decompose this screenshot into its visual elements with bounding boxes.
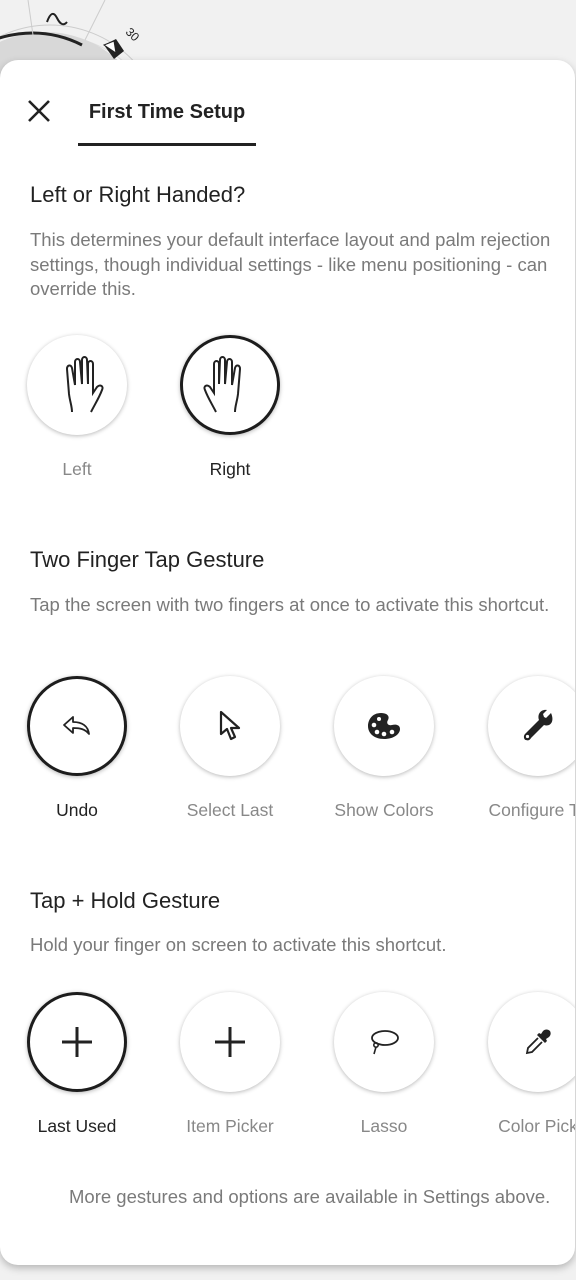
plus-icon: [62, 1027, 92, 1057]
last-used-button[interactable]: [27, 992, 127, 1092]
undo-icon: [63, 716, 90, 735]
wrench-icon: [523, 709, 553, 741]
option-label: Show Colors: [334, 800, 434, 820]
tab-underline: [78, 143, 256, 146]
lasso-button[interactable]: [334, 992, 434, 1092]
option-label: Lasso: [360, 1116, 408, 1136]
hand-icon: [203, 356, 242, 413]
dial-label: 30: [123, 25, 143, 45]
lasso-icon: [371, 1030, 399, 1055]
left-hand-button[interactable]: [27, 335, 127, 435]
setup-panel: First Time Setup Left or Right Handed? T…: [0, 60, 575, 1265]
right-hand-button[interactable]: [180, 335, 280, 435]
option-undo[interactable]: Undo: [2, 676, 152, 821]
option-label: Undo: [56, 800, 98, 820]
two-finger-title: Two Finger Tap Gesture: [30, 547, 265, 572]
option-label: Item Picker: [186, 1116, 274, 1136]
option-lasso[interactable]: Lasso: [309, 992, 459, 1137]
option-last-used[interactable]: Last Used: [2, 992, 152, 1137]
option-left[interactable]: Left: [2, 335, 152, 480]
option-label: Select Last: [186, 800, 274, 820]
tap-hold-description: Hold your finger on screen to activate t…: [30, 934, 447, 955]
color-picker-button[interactable]: [488, 992, 575, 1092]
two-finger-description: Tap the screen with two fingers at once …: [30, 594, 550, 615]
close-button[interactable]: [26, 98, 52, 124]
option-color-picker[interactable]: Color Pick: [463, 992, 575, 1137]
option-label: Color Pick: [498, 1116, 575, 1136]
option-right[interactable]: Right: [155, 335, 305, 480]
option-label: Right: [209, 459, 251, 479]
item-picker-button[interactable]: [180, 992, 280, 1092]
tab-first-time-setup[interactable]: First Time Setup: [78, 90, 256, 146]
hand-icon: [65, 356, 104, 413]
show-colors-button[interactable]: [334, 676, 434, 776]
handedness-title: Left or Right Handed?: [30, 182, 246, 207]
palette-icon: [368, 713, 400, 739]
option-select-last[interactable]: Select Last: [155, 676, 305, 821]
plus-icon: [215, 1027, 245, 1057]
option-configure-tools[interactable]: Configure To: [463, 676, 575, 821]
option-show-colors[interactable]: Show Colors: [309, 676, 459, 821]
tap-hold-title: Tap + Hold Gesture: [30, 888, 221, 913]
option-label: Last Used: [37, 1116, 117, 1136]
option-label: Left: [62, 459, 92, 479]
option-label: Configure To: [488, 800, 575, 820]
undo-button[interactable]: [27, 676, 127, 776]
option-item-picker[interactable]: Item Picker: [155, 992, 305, 1137]
footer-note: More gestures and options are available …: [69, 1186, 551, 1207]
configure-tools-button[interactable]: [488, 676, 575, 776]
handedness-description: This determines your default interface l…: [30, 229, 551, 299]
close-icon: [28, 100, 50, 122]
select-last-button[interactable]: [180, 676, 280, 776]
tab-label: First Time Setup: [88, 101, 246, 123]
pointer-icon: [219, 710, 241, 741]
eyedropper-icon: [525, 1029, 551, 1055]
